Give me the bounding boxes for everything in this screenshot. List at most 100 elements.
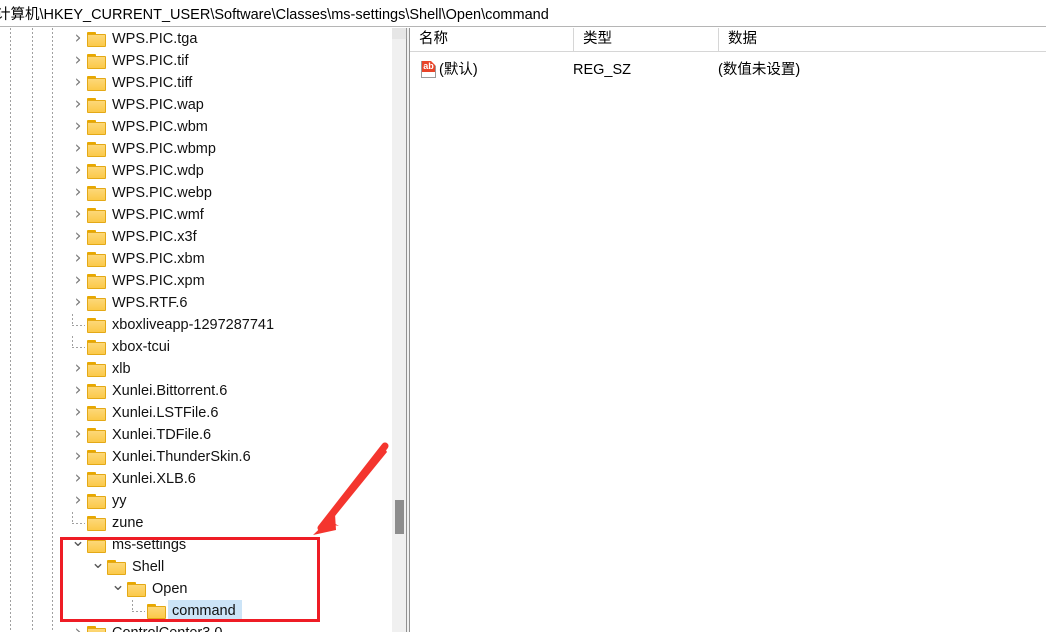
tree-item-wps-pic-tga[interactable]: › WPS.PIC.tga — [0, 28, 392, 50]
registry-path-text[interactable]: 计算机\HKEY_CURRENT_USER\Software\Classes\m… — [0, 3, 549, 24]
tree-item-label: WPS.RTF.6 — [112, 295, 188, 311]
tree-item-shell[interactable]: ⌄ Shell — [0, 555, 392, 578]
chevron-right-icon[interactable]: › — [70, 358, 86, 380]
tree-item-wps-pic-tiff[interactable]: › WPS.PIC.tiff — [0, 72, 392, 94]
folder-icon — [87, 230, 106, 245]
tree-pane-scrollbar[interactable] — [392, 28, 410, 632]
tree-item-wps-pic-wbm[interactable]: › WPS.PIC.wbm — [0, 116, 392, 138]
tree-item-xunlei-bittorrent-6[interactable]: › Xunlei.Bittorrent.6 — [0, 380, 392, 402]
value-type-cell[interactable]: REG_SZ — [573, 58, 631, 82]
registry-editor-window: 计算机\HKEY_CURRENT_USER\Software\Classes\m… — [0, 0, 1046, 632]
tree-item-xunlei-lstfile-6[interactable]: › Xunlei.LSTFile.6 — [0, 402, 392, 424]
chevron-right-icon[interactable]: › — [70, 468, 86, 490]
registry-key-tree-pane[interactable]: › WPS.PIC.tga › WPS.PIC.tif › WPS.PIC.tiff › WP… — [0, 28, 392, 632]
folder-icon — [87, 450, 106, 465]
table-row[interactable]: (默认) REG_SZ (数值未设置) — [410, 58, 1046, 82]
tree-item-controlcenter3-0[interactable]: › ControlCenter3.0 — [0, 622, 392, 632]
folder-icon — [87, 98, 106, 113]
tree-item-wps-pic-wmf[interactable]: › WPS.PIC.wmf — [0, 204, 392, 226]
tree-item-label: Xunlei.LSTFile.6 — [112, 405, 219, 421]
tree-leaf-connector — [72, 347, 85, 348]
value-name-cell[interactable]: (默认) — [421, 58, 478, 82]
column-header-type[interactable]: 类型 — [573, 28, 718, 52]
scrollbar-thumb[interactable] — [395, 500, 404, 534]
tree-item-wps-pic-xpm[interactable]: › WPS.PIC.xpm — [0, 270, 392, 292]
address-bar[interactable]: 计算机\HKEY_CURRENT_USER\Software\Classes\m… — [0, 0, 1046, 27]
chevron-right-icon[interactable]: › — [70, 138, 86, 160]
tree-item-label: xbox-tcui — [112, 339, 171, 355]
tree-leaf-connector — [132, 611, 145, 612]
tree-item-zune[interactable]: zune — [0, 512, 392, 534]
horizontal-scrollbar-stub[interactable] — [392, 28, 407, 39]
tree-item-xbox-tcui[interactable]: xbox-tcui — [0, 336, 392, 358]
column-header-data[interactable]: 数据 — [718, 28, 1046, 52]
tree-indent-rail — [72, 314, 73, 326]
tree-item-wps-pic-wap[interactable]: › WPS.PIC.wap — [0, 94, 392, 116]
tree-item-command[interactable]: command — [0, 600, 392, 622]
tree-item-open[interactable]: ⌄ Open — [0, 577, 392, 600]
tree-item-xboxliveapp-1297287741[interactable]: xboxliveapp-1297287741 — [0, 314, 392, 336]
value-data-cell[interactable]: (数值未设置) — [718, 58, 800, 82]
tree-item-label: xlb — [112, 361, 131, 377]
folder-icon — [87, 494, 106, 509]
chevron-right-icon[interactable]: › — [70, 292, 86, 314]
tree-item-wps-rtf-6[interactable]: › WPS.RTF.6 — [0, 292, 392, 314]
folder-icon — [87, 296, 106, 311]
folder-icon — [87, 516, 106, 531]
chevron-right-icon[interactable]: › — [70, 248, 86, 270]
tree-item-xunlei-thunderskin-6[interactable]: › Xunlei.ThunderSkin.6 — [0, 446, 392, 468]
folder-icon — [127, 582, 146, 597]
tree-item-label: command — [168, 600, 242, 622]
chevron-right-icon[interactable]: › — [70, 72, 86, 94]
registry-values-pane[interactable]: 名称 类型 数据 (默认) REG_SZ (数值未设置) — [410, 28, 1046, 632]
chevron-right-icon[interactable]: › — [70, 622, 86, 632]
folder-icon — [87, 76, 106, 91]
tree-item-wps-pic-tif[interactable]: › WPS.PIC.tif — [0, 50, 392, 72]
chevron-right-icon[interactable]: › — [70, 116, 86, 138]
registry-key-tree[interactable]: › WPS.PIC.tga › WPS.PIC.tif › WPS.PIC.tiff › WP… — [0, 28, 392, 632]
folder-icon — [87, 164, 106, 179]
tree-item-xunlei-tdfile-6[interactable]: › Xunlei.TDFile.6 — [0, 424, 392, 446]
chevron-right-icon[interactable]: › — [70, 270, 86, 292]
chevron-right-icon[interactable]: › — [70, 424, 86, 446]
values-column-header[interactable]: 名称 类型 数据 — [410, 28, 1046, 52]
tree-item-wps-pic-xbm[interactable]: › WPS.PIC.xbm — [0, 248, 392, 270]
tree-item-label: Xunlei.ThunderSkin.6 — [112, 449, 251, 465]
chevron-right-icon[interactable]: › — [70, 204, 86, 226]
tree-item-yy[interactable]: › yy — [0, 490, 392, 512]
tree-item-ms-settings[interactable]: ⌄ ms-settings — [0, 533, 392, 556]
chevron-down-icon[interactable]: ⌄ — [70, 533, 86, 556]
chevron-right-icon[interactable]: › — [70, 226, 86, 248]
tree-item-wps-pic-x3f[interactable]: › WPS.PIC.x3f — [0, 226, 392, 248]
chevron-right-icon[interactable]: › — [70, 94, 86, 116]
chevron-right-icon[interactable]: › — [70, 402, 86, 424]
tree-item-xunlei-xlb-6[interactable]: › Xunlei.XLB.6 — [0, 468, 392, 490]
chevron-down-icon[interactable]: ⌄ — [90, 555, 106, 578]
tree-indent-rail — [72, 336, 73, 348]
tree-item-label: WPS.PIC.wap — [112, 97, 204, 113]
folder-icon — [87, 120, 106, 135]
tree-item-wps-pic-wbmp[interactable]: › WPS.PIC.wbmp — [0, 138, 392, 160]
folder-icon — [87, 186, 106, 201]
folder-icon — [87, 142, 106, 157]
tree-item-label: WPS.PIC.tiff — [112, 75, 193, 91]
chevron-right-icon[interactable]: › — [70, 28, 86, 50]
folder-icon — [107, 560, 126, 575]
chevron-right-icon[interactable]: › — [70, 446, 86, 468]
folder-icon — [87, 32, 106, 47]
chevron-right-icon[interactable]: › — [70, 490, 86, 512]
tree-item-label: WPS.PIC.wbm — [112, 119, 208, 135]
tree-item-wps-pic-wdp[interactable]: › WPS.PIC.wdp — [0, 160, 392, 182]
string-value-icon — [421, 61, 436, 78]
folder-icon — [87, 318, 106, 333]
chevron-right-icon[interactable]: › — [70, 50, 86, 72]
tree-item-label: Xunlei.Bittorrent.6 — [112, 383, 228, 399]
column-header-name[interactable]: 名称 — [410, 28, 573, 52]
chevron-down-icon[interactable]: ⌄ — [110, 577, 126, 600]
tree-item-xlb[interactable]: › xlb — [0, 358, 392, 380]
chevron-right-icon[interactable]: › — [70, 160, 86, 182]
chevron-right-icon[interactable]: › — [70, 182, 86, 204]
tree-item-wps-pic-webp[interactable]: › WPS.PIC.webp — [0, 182, 392, 204]
chevron-right-icon[interactable]: › — [70, 380, 86, 402]
folder-icon — [87, 538, 106, 553]
